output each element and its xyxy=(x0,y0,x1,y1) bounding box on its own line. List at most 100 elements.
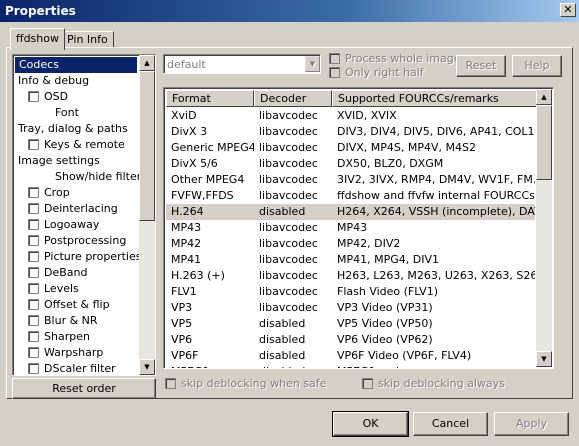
tree-item-checkbox[interactable] xyxy=(28,187,39,198)
tree-item[interactable]: Show/hide filters xyxy=(28,169,147,185)
tree-item[interactable]: Offset & flip xyxy=(28,297,110,313)
skip-deblocking-always-label: skip deblocking always xyxy=(378,377,505,390)
tree-item[interactable]: Postprocessing xyxy=(28,233,126,249)
codec-table[interactable]: Format Decoder Supported FOURCCs/remarks… xyxy=(163,87,554,369)
tree-item[interactable]: Warpsharp xyxy=(28,345,103,361)
cancel-button[interactable]: Cancel xyxy=(413,412,488,436)
tree-item[interactable]: Font xyxy=(28,105,79,121)
table-row[interactable]: H.263 (+) libavcodec H263, L263, M263, U26… xyxy=(166,268,535,284)
table-row[interactable]: H.264 disabled H264, X264, VSSH (incomplet… xyxy=(166,204,535,220)
tree-item[interactable]: Keys & remote xyxy=(28,137,125,153)
only-right-half-checkbox[interactable] xyxy=(329,67,340,78)
title-bar: Properties ✕ xyxy=(0,0,579,22)
cell-format: VP3 xyxy=(171,301,193,314)
tree-item[interactable]: DScaler filter xyxy=(28,361,116,375)
tree-item-checkbox[interactable] xyxy=(28,315,39,326)
tree-item[interactable]: Picture properties xyxy=(28,249,141,265)
cancel-label: Cancel xyxy=(431,417,470,430)
tree-item[interactable]: Codecs xyxy=(15,57,137,73)
cell-remarks: Flash Video (FLV1) xyxy=(337,285,438,298)
tree-item-checkbox[interactable] xyxy=(28,251,39,262)
tree-item-label: DScaler filter xyxy=(44,362,116,375)
help-button[interactable]: Help xyxy=(512,55,562,77)
table-row[interactable]: MP42 libavcodec MP42, DIV2 xyxy=(166,236,535,252)
tree-item[interactable]: Sharpen xyxy=(28,329,90,345)
tree-item[interactable]: Tray, dialog & paths xyxy=(18,121,128,137)
tree-item[interactable]: OSD xyxy=(28,89,68,105)
tree-item-checkbox[interactable] xyxy=(28,283,39,294)
ok-button[interactable]: OK xyxy=(332,411,409,437)
tree-item-checkbox[interactable] xyxy=(28,363,39,374)
table-row[interactable]: MP43 libavcodec MP43 xyxy=(166,220,535,236)
tree-item[interactable]: Blur & NR xyxy=(28,313,98,329)
cell-remarks: MPEG1 codec xyxy=(332,364,535,368)
only-right-half-option[interactable]: Only right half xyxy=(329,66,424,79)
tree-item-checkbox[interactable] xyxy=(28,235,39,246)
tab-pin-info[interactable]: Pin Info xyxy=(61,31,114,48)
process-whole-image-option[interactable]: Process whole image xyxy=(329,52,461,65)
table-row[interactable]: VP3 libavcodec VP3 Video (VP31) xyxy=(166,300,535,316)
table-scrollbar[interactable]: ▲ ▼ xyxy=(536,89,552,367)
tree-item-checkbox[interactable] xyxy=(28,219,39,230)
table-row[interactable]: Generic MPEG4 libavcodec DIVX, MP4S, MP4V,… xyxy=(166,140,535,156)
close-button[interactable]: ✕ xyxy=(560,3,576,17)
tree-item[interactable]: Image settings xyxy=(18,153,100,169)
column-decoder[interactable]: Decoder xyxy=(254,90,332,107)
tree-item[interactable]: Levels xyxy=(28,281,79,297)
tree-item-checkbox[interactable] xyxy=(28,203,39,214)
tree-item-checkbox[interactable] xyxy=(28,91,39,102)
tree-item-checkbox[interactable] xyxy=(28,267,39,278)
column-format[interactable]: Format xyxy=(166,90,254,107)
scroll-thumb[interactable] xyxy=(139,71,155,221)
cell-remarks: MP43 xyxy=(337,221,368,234)
skip-deblocking-safe-checkbox[interactable] xyxy=(165,378,176,389)
reset-order-button[interactable]: Reset order xyxy=(12,378,156,399)
tree-scrollbar[interactable]: ▲ ▼ xyxy=(139,55,155,375)
table-row[interactable]: DivX 5/6 libavcodec DX50, BLZ0, DXGM xyxy=(166,156,535,172)
cell-format: FVFW,FFDS xyxy=(171,189,234,202)
process-whole-image-checkbox[interactable] xyxy=(329,53,340,64)
tree-item-checkbox[interactable] xyxy=(28,299,39,310)
table-row[interactable]: DivX 3 libavcodec DIV3, DIV4, DIV5, DIV6, … xyxy=(166,124,535,140)
skip-deblocking-always-checkbox[interactable] xyxy=(362,378,373,389)
table-row[interactable]: XviD libavcodec XVID, XVIX xyxy=(166,108,535,124)
reset-button[interactable]: Reset xyxy=(456,55,506,77)
tree-item[interactable]: Logoaway xyxy=(28,217,99,233)
table-scroll-down-icon[interactable]: ▼ xyxy=(536,351,552,367)
table-row[interactable]: Other MPEG4 libavcodec 3IV2, 3IVX, RMP4, D… xyxy=(166,172,535,188)
table-row[interactable]: MPEG1disabledMPEG1 codec xyxy=(166,364,535,368)
tree-item[interactable]: Info & debug xyxy=(18,73,89,89)
scroll-up-icon[interactable]: ▲ xyxy=(139,55,155,71)
cell-decoder: disabled xyxy=(259,317,306,330)
cell-remarks: DX50, BLZ0, DXGM xyxy=(337,157,444,170)
tree-item-checkbox[interactable] xyxy=(28,331,39,342)
skip-deblocking-always-option[interactable]: skip deblocking always xyxy=(362,377,505,390)
cell-decoder: libavcodec xyxy=(259,109,318,122)
tree-item-checkbox[interactable] xyxy=(28,347,39,358)
tree-item-label: Show/hide filters xyxy=(55,170,147,183)
table-row[interactable]: FLV1 libavcodec Flash Video (FLV1) xyxy=(166,284,535,300)
table-scroll-thumb[interactable] xyxy=(536,105,552,180)
table-row[interactable]: FVFW,FFDS libavcodec ffdshow and ffvfw int… xyxy=(166,188,535,204)
tree-item-label: Offset & flip xyxy=(44,298,110,311)
column-remarks[interactable]: Supported FOURCCs/remarks xyxy=(332,90,537,107)
table-row[interactable]: VP5 disabled VP5 Video (VP50) xyxy=(166,316,535,332)
tree-item[interactable]: Deinterlacing xyxy=(28,201,118,217)
cell-remarks: H264, X264, VSSH (incomplete), DAV... xyxy=(337,205,535,218)
preset-combo[interactable]: default ▼ xyxy=(163,54,321,74)
table-scroll-up-icon[interactable]: ▲ xyxy=(536,89,552,105)
table-row[interactable]: MP41 libavcodec MP41, MPG4, DIV1 xyxy=(166,252,535,268)
cell-remarks: VP3 Video (VP31) xyxy=(337,301,433,314)
apply-button[interactable]: Apply xyxy=(494,412,569,436)
table-row[interactable]: VP6 disabled VP6 Video (VP62) xyxy=(166,332,535,348)
chevron-down-icon[interactable]: ▼ xyxy=(305,56,320,72)
settings-tree[interactable]: Codecs Info & debug OSD Font Tray, dialog & … xyxy=(12,54,156,376)
tab-ffdshow[interactable]: ffdshow xyxy=(10,28,65,50)
tree-item[interactable]: Crop xyxy=(28,185,70,201)
skip-deblocking-safe-option[interactable]: skip deblocking when safe xyxy=(165,377,326,390)
tree-item[interactable]: DeBand xyxy=(28,265,87,281)
table-row[interactable]: VP6F disabled VP6F Video (VP6F, FLV4) xyxy=(166,348,535,364)
tree-item-label: Levels xyxy=(44,282,79,295)
tree-item-checkbox[interactable] xyxy=(28,139,39,150)
scroll-down-icon[interactable]: ▼ xyxy=(139,359,155,375)
